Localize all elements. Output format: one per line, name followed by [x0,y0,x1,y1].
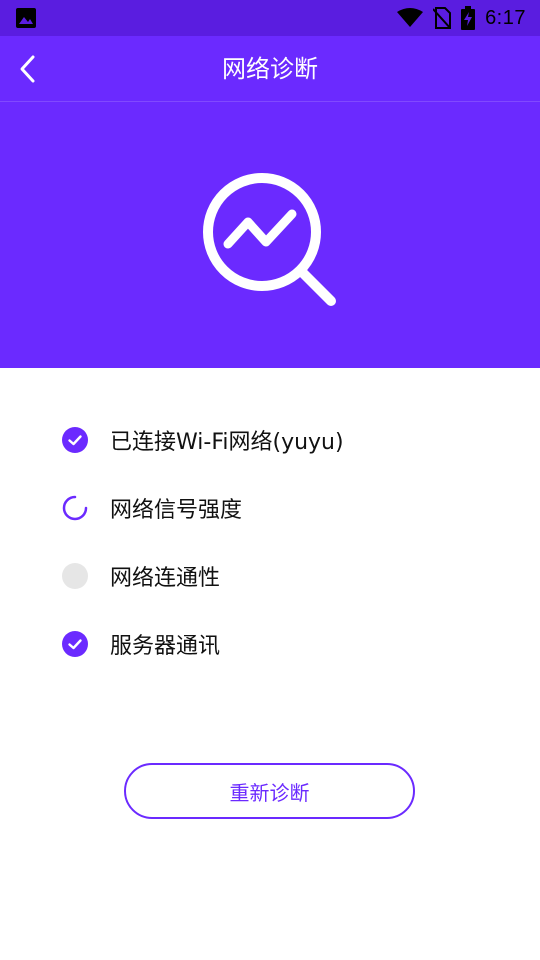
page-title: 网络诊断 [222,55,318,83]
check-item-label: 网络连通性 [110,566,221,591]
rediagnose-button[interactable]: 重新诊断 [124,763,415,819]
check-item-wifi: 已连接Wi-Fi网络(yuyu) [62,423,344,457]
status-time: 6:17 [485,6,526,29]
wifi-icon [397,8,424,27]
app-bar: 网络诊断 [0,36,540,102]
check-item-signal: 网络信号强度 [62,491,242,525]
pending-circle-icon [62,563,88,589]
check-item-label: 服务器通讯 [110,634,221,659]
check-item-label: 网络信号强度 [110,498,243,523]
check-item-server: 服务器通讯 [62,627,220,661]
check-item-label: 已连接Wi-Fi网络(yuyu) [110,430,344,455]
loading-spinner-icon [62,495,88,521]
check-done-icon [62,631,88,657]
battery-charging-icon [461,6,476,30]
no-sim-icon [433,7,452,29]
check-item-connectivity: 网络连通性 [62,559,220,593]
status-bar: 6:17 [0,0,540,36]
check-done-icon [62,427,88,453]
gallery-icon [16,8,36,28]
hero-banner [0,102,540,368]
search-trend-icon [203,173,336,306]
